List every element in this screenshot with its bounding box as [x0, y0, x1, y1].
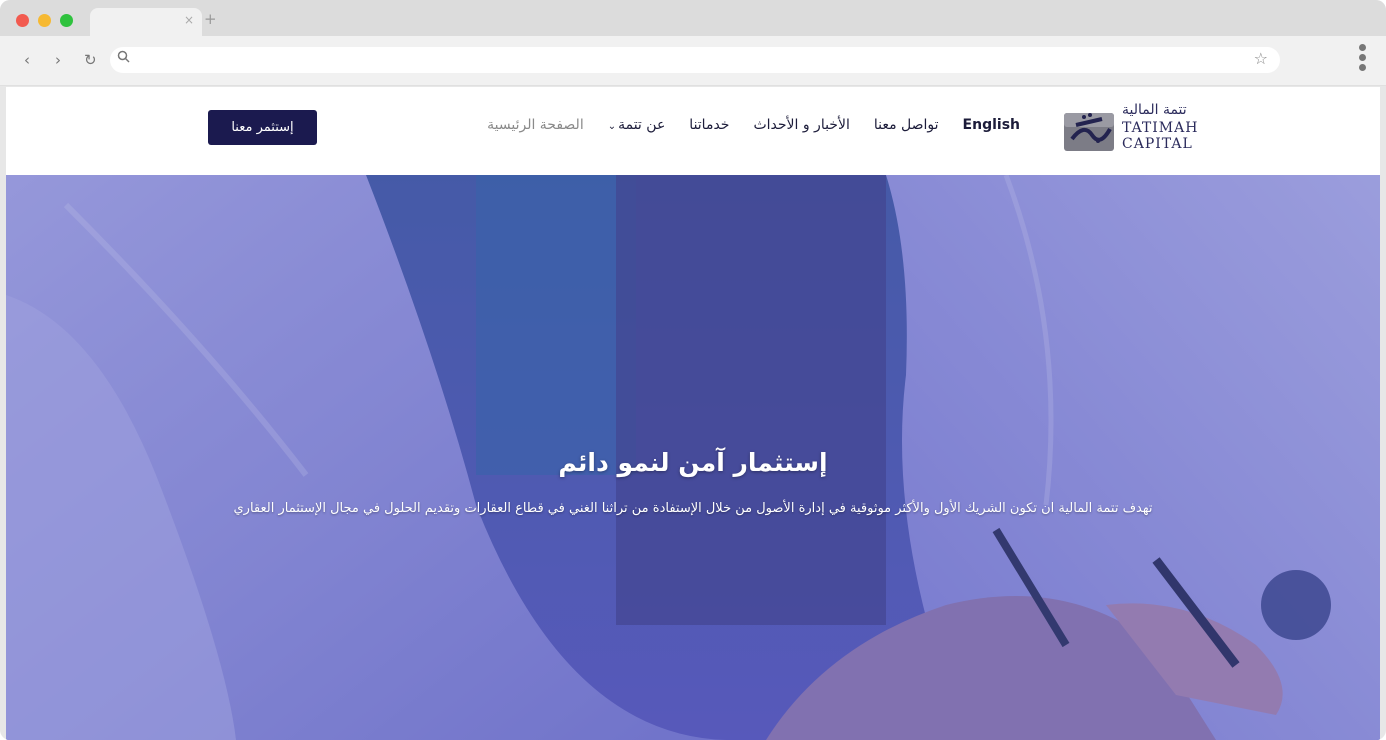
hero-subtitle: تهدف تتمة المالية ان تكون الشريك الأول و… [233, 501, 1153, 516]
browser-tab[interactable]: × [90, 8, 202, 36]
close-window-button[interactable] [16, 14, 29, 27]
address-bar[interactable]: ☆ [110, 47, 1280, 73]
main-nav: الصفحة الرئيسية عن تتمة⌄ خدماتنا الأخبار… [487, 117, 1020, 133]
hero-title: إستثمار آمن لنمو دائم [558, 448, 828, 477]
bookmark-star-icon[interactable]: ☆ [1254, 49, 1268, 68]
browser-toolbar: ‹ › ↻ ☆ [0, 36, 1386, 86]
invest-with-us-button[interactable]: إستثمر معنا [208, 110, 317, 145]
site-logo[interactable]: تتمة المالية TATIMAH CAPITAL [1062, 101, 1222, 161]
nav-about-label: عن تتمة [618, 117, 666, 133]
tab-close-icon[interactable]: × [184, 13, 194, 27]
reload-button[interactable]: ↻ [84, 51, 97, 69]
hero-section: إستثمار آمن لنمو دائم تهدف تتمة المالية … [6, 175, 1380, 740]
site-header: تتمة المالية TATIMAH CAPITAL الصفحة الرئ… [6, 87, 1380, 175]
maximize-window-button[interactable] [60, 14, 73, 27]
search-icon [117, 50, 131, 68]
nav-services[interactable]: خدماتنا [689, 117, 729, 133]
nav-contact[interactable]: تواصل معنا [874, 117, 939, 133]
chevron-down-icon: ⌄ [607, 121, 617, 132]
nav-news[interactable]: الأخبار و الأحداث [753, 117, 849, 133]
new-tab-button[interactable]: + [204, 10, 217, 28]
nav-home[interactable]: الصفحة الرئيسية [487, 117, 584, 133]
logo-mark-icon [1064, 113, 1114, 151]
browser-window: × + ‹ › ↻ ☆ تتمة المالية TATIMAH CAPITAL… [0, 0, 1386, 740]
nav-about[interactable]: عن تتمة⌄ [608, 117, 666, 133]
browser-titlebar: × + [0, 0, 1386, 36]
logo-english-line1: TATIMAH [1122, 120, 1199, 136]
browser-menu-icon[interactable] [1355, 41, 1369, 81]
language-switch[interactable]: English [963, 117, 1020, 133]
logo-arabic-text: تتمة المالية [1122, 102, 1187, 118]
page-viewport: تتمة المالية TATIMAH CAPITAL الصفحة الرئ… [6, 87, 1380, 740]
forward-button[interactable]: › [55, 51, 61, 69]
back-button[interactable]: ‹ [24, 51, 30, 69]
logo-english-line2: CAPITAL [1122, 136, 1193, 152]
minimize-window-button[interactable] [38, 14, 51, 27]
